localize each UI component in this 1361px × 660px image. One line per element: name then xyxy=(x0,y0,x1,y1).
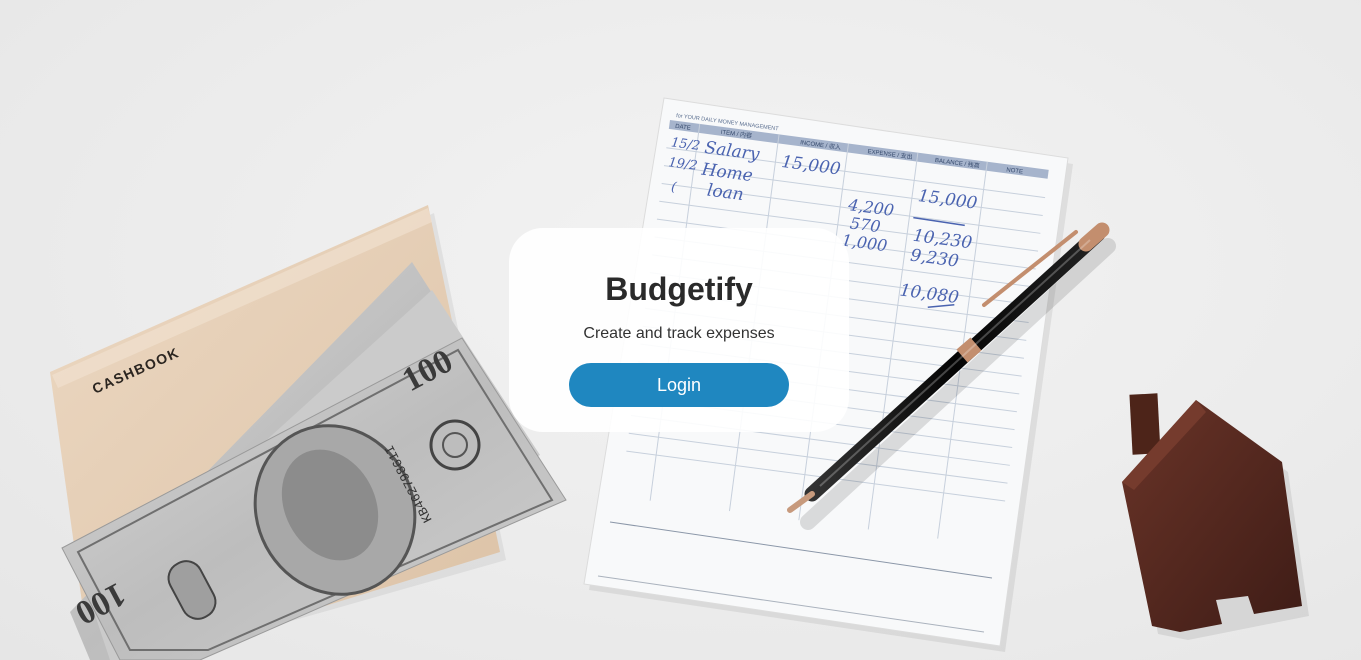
login-button[interactable]: Login xyxy=(569,363,789,407)
app-title: Budgetify xyxy=(605,271,753,307)
app-subtitle: Create and track expenses xyxy=(583,325,775,342)
login-screen: CASHBOOK 100 100 KB46279861I for YOUR DA… xyxy=(0,0,1361,660)
login-card: Budgetify Create and track expenses Logi… xyxy=(509,228,849,432)
wooden-house xyxy=(1122,393,1309,640)
